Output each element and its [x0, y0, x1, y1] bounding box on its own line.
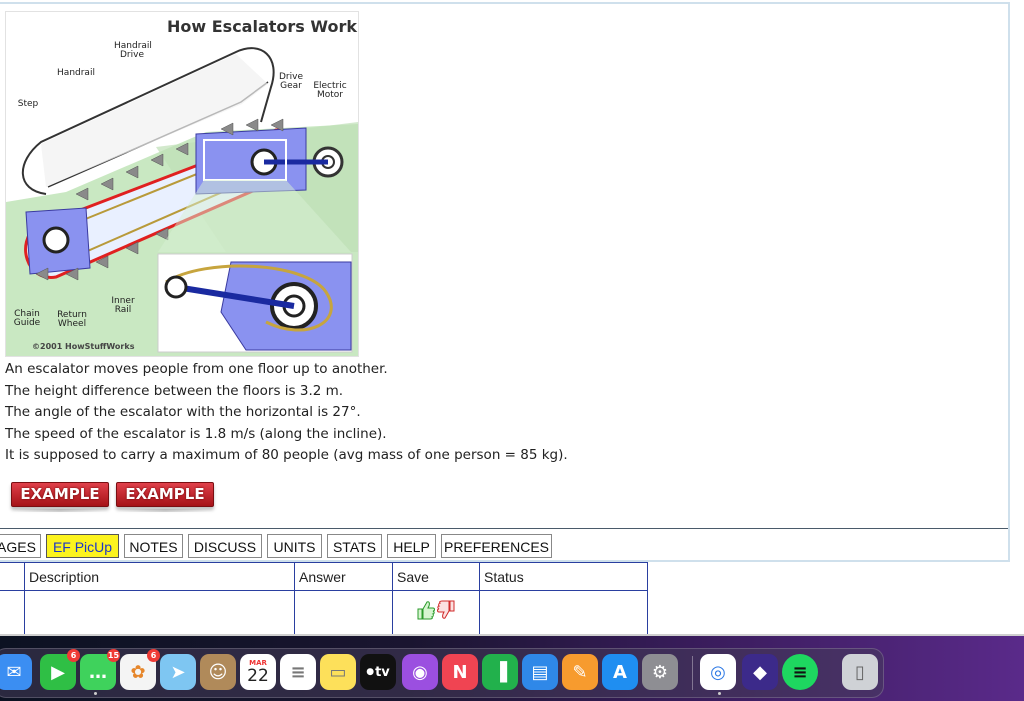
news-icon-glyph: N: [452, 661, 468, 683]
podcasts-icon[interactable]: ◉: [402, 654, 438, 690]
notes-icon[interactable]: ▭: [320, 654, 356, 690]
keynote-icon[interactable]: ▤: [522, 654, 558, 690]
tab-bar: AGES EF PicUp NOTES DISCUSS UNITS STATS …: [0, 528, 1008, 563]
reminders-icon[interactable]: ≡: [280, 654, 316, 690]
problem-line: The angle of the escalator with the hori…: [5, 404, 361, 420]
tab-units[interactable]: UNITS: [267, 534, 322, 558]
dock-separator: [692, 656, 693, 690]
tab-ef-picup[interactable]: EF PicUp: [46, 534, 119, 558]
table-cell-status: [479, 590, 648, 636]
thumbs-down-icon[interactable]: [437, 600, 455, 619]
pages-icon-glyph: ✎: [572, 661, 588, 683]
diagram-title: How Escalators Work: [167, 17, 357, 36]
tv-icon[interactable]: ● tv: [360, 654, 396, 690]
problem-line: The speed of the escalator is 1.8 m/s (a…: [5, 425, 387, 442]
tab-discuss[interactable]: DISCUSS: [188, 534, 262, 558]
label-inner-rail: Inner Rail: [111, 296, 135, 315]
problem-line: The height difference between the floors…: [5, 382, 344, 399]
label-step: Step: [17, 99, 39, 109]
table-header-status: Status: [479, 562, 648, 591]
facetime-icon[interactable]: ▶ 6: [40, 649, 80, 690]
pages-icon[interactable]: ✎: [562, 654, 598, 690]
settings-icon[interactable]: ⚙: [642, 654, 678, 690]
contacts-icon[interactable]: ☺: [200, 654, 236, 690]
label-handrail-drive: Handrail Drive: [114, 41, 152, 60]
thumbs-up-icon[interactable]: [417, 601, 435, 620]
facetime-icon-glyph: ▶: [51, 661, 65, 683]
contacts-icon-glyph: ☺: [208, 661, 228, 683]
escalator-illustration: [6, 47, 358, 356]
tab-preferences[interactable]: PREFERENCES: [441, 534, 552, 558]
table-header-answer: Answer: [294, 562, 393, 591]
tv-label: ●: [366, 667, 375, 677]
problem-statement: An escalator moves people from one floor…: [5, 359, 905, 467]
tab-stats[interactable]: STATS: [327, 534, 382, 558]
problem-panel: How Escalators Work Handrail Drive Handr…: [0, 2, 1010, 562]
example-button-2[interactable]: EXAMPLE: [116, 482, 214, 512]
news-icon[interactable]: N: [442, 654, 478, 690]
photos-icon[interactable]: ✿ 6: [120, 649, 160, 690]
table-header-index: [0, 562, 25, 591]
tv-text: tv: [375, 664, 390, 680]
calendar-day: 22: [247, 666, 269, 686]
app-store-icon-glyph: A: [613, 661, 627, 683]
spotify-icon-glyph: ≡: [792, 661, 808, 683]
label-drive-gear: Drive Gear: [279, 72, 303, 91]
escalator-diagram: How Escalators Work Handrail Drive Handr…: [5, 11, 359, 357]
maps-icon[interactable]: ➤: [160, 654, 196, 690]
table-header-save: Save: [392, 562, 480, 591]
label-electric-motor: Electric Motor: [313, 81, 347, 100]
tab-help[interactable]: HELP: [387, 534, 436, 558]
reminders-icon-glyph: ≡: [290, 661, 306, 683]
problem-line: An escalator moves people from one floor…: [5, 361, 388, 377]
table-cell-description: [24, 590, 295, 636]
mail-icon-glyph: ✉: [6, 661, 22, 683]
diamond-icon-glyph: ◆: [753, 661, 767, 683]
maps-icon-glyph: ➤: [170, 661, 186, 683]
trash-icon[interactable]: ▯: [842, 654, 878, 690]
mail-icon[interactable]: ✉: [0, 654, 32, 690]
tab-ages[interactable]: AGES: [0, 534, 41, 558]
label-handrail: Handrail: [57, 68, 95, 78]
numbers-icon-glyph: ▐: [493, 661, 507, 683]
example-button-1[interactable]: EXAMPLE: [11, 482, 109, 512]
notification-badge: 15: [107, 649, 120, 662]
app-store-icon[interactable]: A: [602, 654, 638, 690]
label-chain-guide: Chain Guide: [13, 309, 41, 328]
tab-notes[interactable]: NOTES: [124, 534, 183, 558]
diamond-icon[interactable]: ◆: [742, 654, 778, 690]
diagram-copyright: ©2001 HowStuffWorks: [32, 342, 135, 351]
notification-badge: 6: [67, 649, 80, 662]
photos-icon-glyph: ✿: [130, 661, 146, 683]
trash-icon-glyph: ▯: [855, 661, 865, 683]
label-return-wheel: Return Wheel: [57, 310, 87, 329]
spotify-icon[interactable]: ≡: [782, 654, 818, 690]
podcasts-icon-glyph: ◉: [412, 661, 428, 683]
notes-icon-glyph: ▭: [329, 661, 347, 683]
calendar-icon[interactable]: MAR 22: [240, 654, 276, 690]
keynote-icon-glyph: ▤: [531, 661, 549, 683]
chrome-icon[interactable]: ◎: [700, 654, 736, 690]
numbers-icon[interactable]: ▐: [482, 654, 518, 690]
notification-badge: 6: [147, 649, 160, 662]
feedback-thumbs: [415, 598, 457, 627]
problem-line: It is supposed to carry a maximum of 80 …: [5, 447, 568, 463]
running-indicator: [718, 692, 721, 695]
settings-icon-glyph: ⚙: [651, 661, 669, 683]
messages-icon-glyph: …: [89, 661, 107, 683]
table-cell-index: [0, 590, 25, 636]
messages-icon[interactable]: … 15: [80, 649, 120, 690]
table-header-description: Description: [24, 562, 295, 591]
table-cell-answer[interactable]: [294, 590, 393, 636]
chrome-icon-glyph: ◎: [710, 661, 726, 683]
running-indicator: [94, 692, 97, 695]
